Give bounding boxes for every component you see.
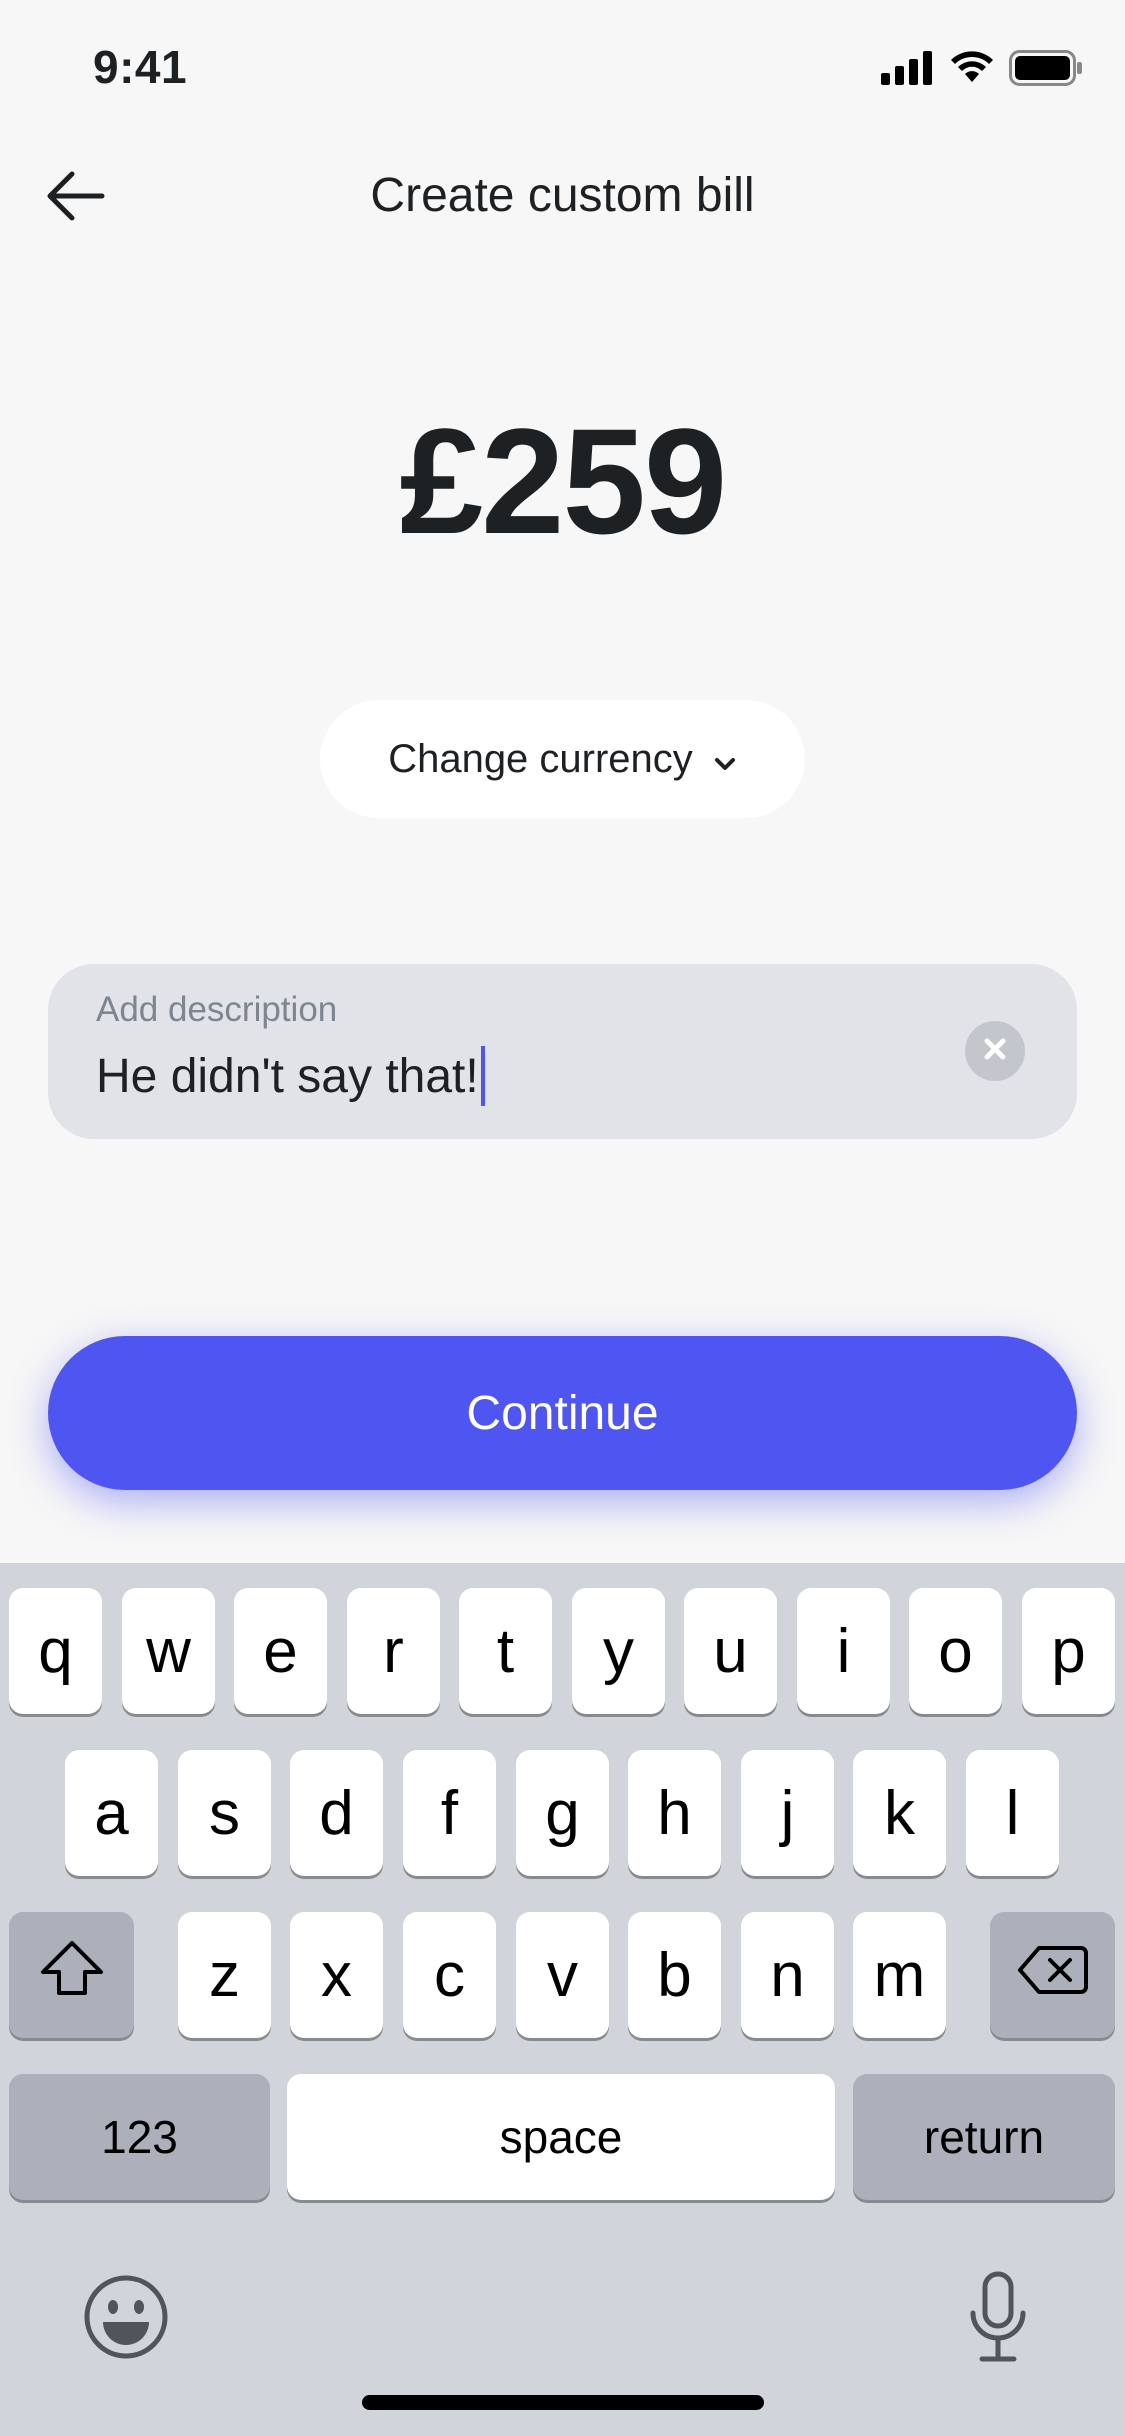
key-z[interactable]: z bbox=[178, 1912, 271, 2038]
emoji-button[interactable] bbox=[82, 2275, 170, 2363]
text-cursor bbox=[480, 1046, 485, 1106]
delete-icon bbox=[1017, 1940, 1089, 2011]
delete-key[interactable] bbox=[990, 1912, 1115, 2038]
key-e[interactable]: e bbox=[234, 1588, 327, 1714]
space-key[interactable]: space bbox=[287, 2074, 835, 2200]
status-time: 9:41 bbox=[93, 41, 188, 93]
key-w[interactable]: w bbox=[122, 1588, 215, 1714]
description-label: Add description bbox=[96, 990, 338, 1029]
key-m[interactable]: m bbox=[853, 1912, 946, 2038]
key-b[interactable]: b bbox=[628, 1912, 721, 2038]
continue-button[interactable]: Continue bbox=[48, 1336, 1077, 1490]
numbers-key[interactable]: 123 bbox=[9, 2074, 270, 2200]
clear-button[interactable] bbox=[965, 1021, 1025, 1081]
key-d[interactable]: d bbox=[290, 1750, 383, 1876]
key-r[interactable]: r bbox=[347, 1588, 440, 1714]
shift-key[interactable] bbox=[9, 1912, 134, 2038]
status-icons bbox=[881, 49, 1083, 91]
key-l[interactable]: l bbox=[966, 1750, 1059, 1876]
key-v[interactable]: v bbox=[516, 1912, 609, 2038]
wifi-icon bbox=[949, 50, 995, 90]
dictation-button[interactable] bbox=[958, 2269, 1038, 2369]
key-c[interactable]: c bbox=[403, 1912, 496, 2038]
emoji-icon bbox=[83, 2274, 169, 2365]
key-f[interactable]: f bbox=[403, 1750, 496, 1876]
key-q[interactable]: q bbox=[9, 1588, 102, 1714]
signal-icon bbox=[881, 50, 935, 90]
key-s[interactable]: s bbox=[178, 1750, 271, 1876]
key-h[interactable]: h bbox=[628, 1750, 721, 1876]
key-j[interactable]: j bbox=[741, 1750, 834, 1876]
page-title: Create custom bill bbox=[370, 169, 755, 222]
chevron-down-icon bbox=[713, 737, 737, 782]
key-n[interactable]: n bbox=[741, 1912, 834, 2038]
description-value: He didn't say that! bbox=[96, 1049, 479, 1103]
bill-amount: £259 bbox=[399, 397, 728, 565]
clear-icon bbox=[982, 1036, 1008, 1067]
key-g[interactable]: g bbox=[516, 1750, 609, 1876]
change-currency-label: Change currency bbox=[388, 736, 693, 781]
home-indicator[interactable] bbox=[362, 2395, 764, 2410]
key-o[interactable]: o bbox=[909, 1588, 1002, 1714]
battery-icon bbox=[1009, 49, 1083, 91]
key-i[interactable]: i bbox=[797, 1588, 890, 1714]
key-y[interactable]: y bbox=[572, 1588, 665, 1714]
microphone-icon bbox=[968, 2271, 1028, 2368]
description-input[interactable]: He didn't say that! bbox=[96, 1046, 485, 1106]
key-k[interactable]: k bbox=[853, 1750, 946, 1876]
change-currency-button[interactable]: Change currency bbox=[320, 700, 805, 818]
key-p[interactable]: p bbox=[1022, 1588, 1115, 1714]
key-u[interactable]: u bbox=[684, 1588, 777, 1714]
key-x[interactable]: x bbox=[290, 1912, 383, 2038]
key-a[interactable]: a bbox=[65, 1750, 158, 1876]
keyboard: q w e r t y u i o p a s d f g h j k l z … bbox=[0, 1563, 1125, 2436]
shift-icon bbox=[39, 1939, 105, 2012]
description-field[interactable]: Add description He didn't say that! bbox=[48, 964, 1077, 1139]
create-custom-bill-screen: 9:41 Create custom bill £259 Change curr… bbox=[0, 0, 1125, 2436]
return-key[interactable]: return bbox=[853, 2074, 1115, 2200]
key-t[interactable]: t bbox=[459, 1588, 552, 1714]
